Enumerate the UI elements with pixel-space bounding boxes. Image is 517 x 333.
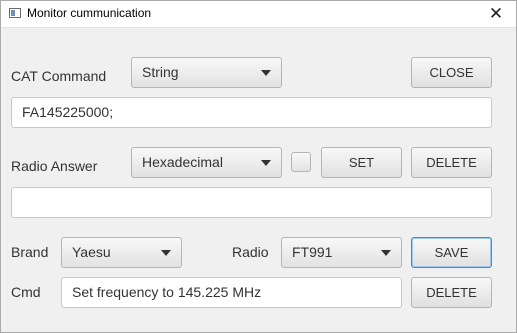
delete-cmd-button[interactable]: DELETE bbox=[411, 277, 492, 308]
window-app-icon bbox=[9, 8, 21, 18]
brand-label: Brand bbox=[11, 244, 49, 260]
chevron-down-icon bbox=[161, 250, 171, 256]
monitor-window: Monitor cummunication ✕ CAT Command Stri… bbox=[0, 0, 517, 333]
brand-value: Yaesu bbox=[72, 244, 111, 260]
radio-model-value: FT991 bbox=[292, 244, 333, 260]
radio-label: Radio bbox=[232, 244, 269, 260]
chevron-down-icon bbox=[381, 250, 391, 256]
chevron-down-icon bbox=[261, 70, 271, 76]
title-bar: Monitor cummunication ✕ bbox=[1, 1, 516, 28]
window-title: Monitor cummunication bbox=[27, 6, 152, 20]
cat-format-value: String bbox=[142, 64, 179, 80]
answer-checkbox[interactable] bbox=[291, 152, 311, 172]
answer-format-select[interactable]: Hexadecimal bbox=[131, 147, 282, 178]
cmd-description-input[interactable]: Set frequency to 145.225 MHz bbox=[61, 277, 402, 308]
delete-answer-button[interactable]: DELETE bbox=[411, 147, 492, 178]
radio-answer-input[interactable] bbox=[11, 187, 492, 218]
set-button[interactable]: SET bbox=[321, 147, 402, 178]
radio-answer-label: Radio Answer bbox=[11, 158, 98, 174]
close-button[interactable]: CLOSE bbox=[411, 57, 492, 88]
cat-command-label: CAT Command bbox=[11, 68, 107, 84]
save-button[interactable]: SAVE bbox=[411, 237, 492, 268]
chevron-down-icon bbox=[261, 160, 271, 166]
brand-select[interactable]: Yaesu bbox=[61, 237, 182, 268]
cat-command-input[interactable]: FA145225000; bbox=[11, 97, 492, 128]
window-close-icon[interactable]: ✕ bbox=[482, 1, 510, 27]
answer-format-value: Hexadecimal bbox=[142, 154, 223, 170]
radio-model-select[interactable]: FT991 bbox=[281, 237, 402, 268]
cmd-label: Cmd bbox=[11, 284, 41, 300]
cat-format-select[interactable]: String bbox=[131, 57, 282, 88]
